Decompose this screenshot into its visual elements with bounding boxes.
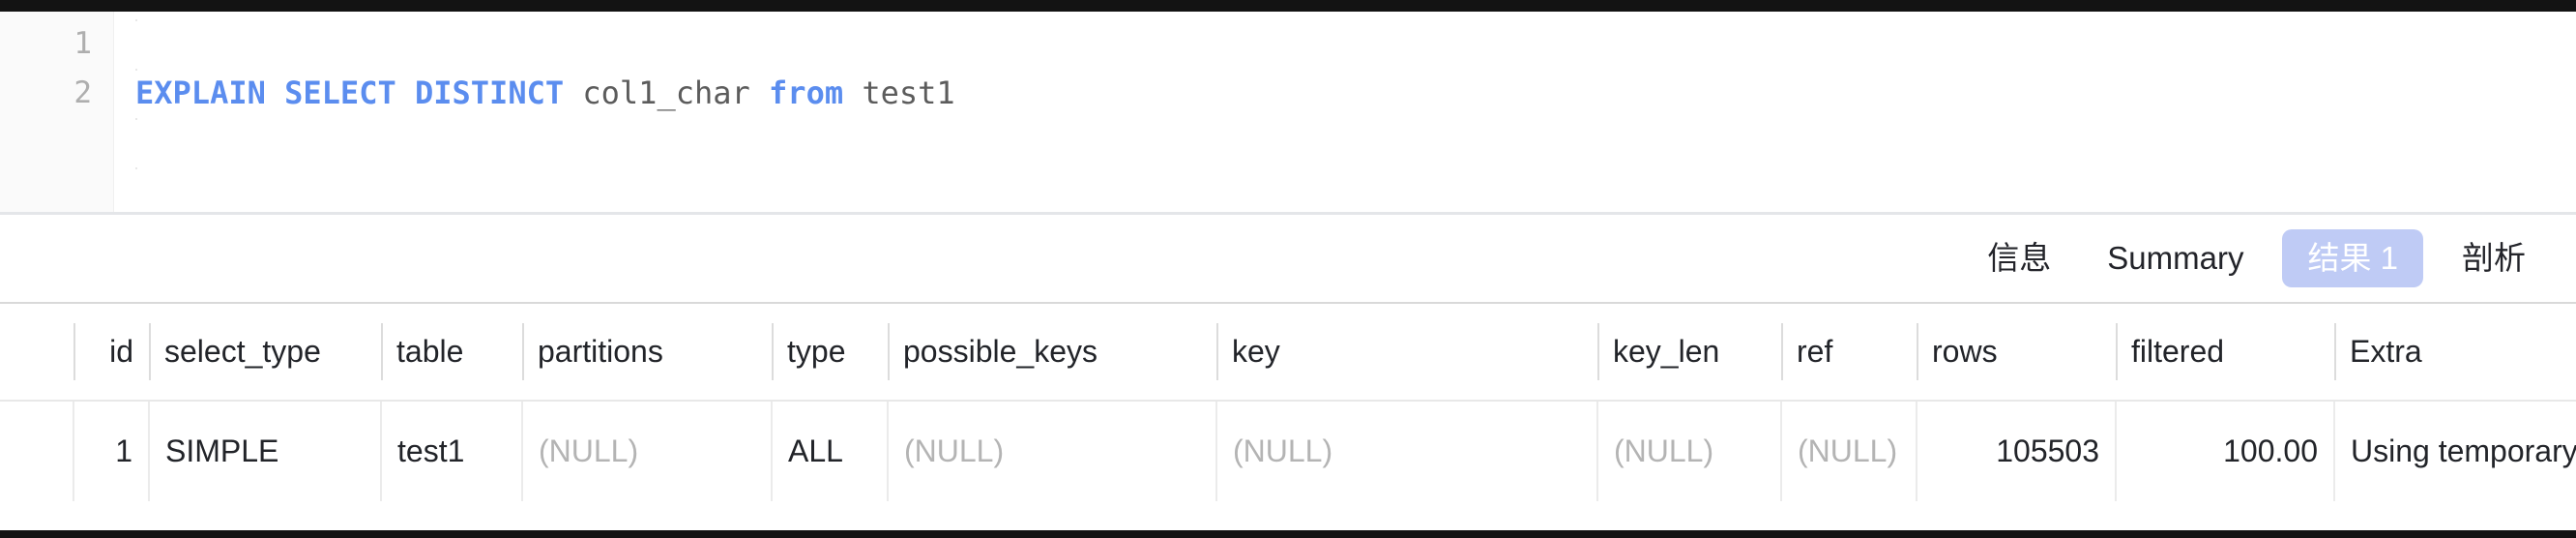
cell-type[interactable]: ALL: [772, 401, 889, 501]
editor-line-number-gutter: 1 2: [0, 12, 114, 212]
tab-summary[interactable]: Summary: [2090, 231, 2261, 285]
cell-table[interactable]: test1: [381, 401, 523, 501]
sql-identifier-column: col1_char: [582, 75, 750, 111]
column-header-gutter: [0, 304, 73, 402]
column-header-partitions[interactable]: partitions: [522, 304, 772, 402]
line-number: 1: [73, 26, 92, 61]
cell-rows[interactable]: 105503: [1917, 401, 2117, 501]
table-row[interactable]: 1 SIMPLE test1 (NULL) ALL (NULL) (NULL) …: [0, 401, 2576, 501]
table-header-row: id select_type table partitions type pos…: [0, 304, 2576, 402]
line-number: 2: [73, 75, 92, 110]
column-header-key[interactable]: key: [1216, 304, 1597, 402]
column-header-id[interactable]: id: [73, 304, 149, 402]
sql-keyword: DISTINCT: [414, 75, 565, 111]
sql-space: [750, 75, 769, 111]
column-header-table[interactable]: table: [381, 304, 522, 402]
column-header-type[interactable]: type: [772, 304, 888, 402]
column-header-rows[interactable]: rows: [1917, 304, 2116, 402]
sql-space: [266, 75, 284, 111]
sql-space: [396, 75, 415, 111]
cell-partitions[interactable]: (NULL): [522, 401, 773, 501]
window-top-edge: [0, 0, 2576, 12]
column-header-select-type[interactable]: select_type: [149, 304, 381, 402]
tab-profile[interactable]: 剖析: [2444, 231, 2543, 285]
explain-result-table: id select_type table partitions type pos…: [0, 304, 2576, 501]
sql-space: [564, 75, 582, 111]
tab-result-1[interactable]: 结果 1: [2282, 229, 2423, 287]
cell-possible-keys[interactable]: (NULL): [888, 401, 1217, 501]
tab-info[interactable]: 信息: [1970, 231, 2068, 285]
code-line-2[interactable]: EXPLAIN SELECT DISTINCT col1_char from t…: [114, 69, 2576, 118]
cell-id[interactable]: 1: [73, 401, 150, 501]
column-header-possible-keys[interactable]: possible_keys: [888, 304, 1216, 402]
cell-key[interactable]: (NULL): [1216, 401, 1598, 501]
row-gutter-cell[interactable]: [0, 401, 74, 501]
cell-extra[interactable]: Using temporary: [2334, 401, 2576, 501]
sql-keyword: from: [769, 75, 844, 111]
column-header-extra[interactable]: Extra: [2334, 304, 2576, 402]
column-header-key-len[interactable]: key_len: [1597, 304, 1781, 402]
sql-keyword: SELECT: [284, 75, 396, 111]
cell-ref[interactable]: (NULL): [1781, 401, 1917, 501]
window-bottom-edge: [0, 530, 2576, 538]
sql-editor[interactable]: 1 2 EXPLAIN SELECT DISTINCT col1_char fr…: [0, 12, 2576, 215]
sql-identifier-table: test1: [862, 75, 955, 111]
sql-keyword: EXPLAIN: [135, 75, 266, 111]
cell-key-len[interactable]: (NULL): [1597, 401, 1782, 501]
cell-filtered[interactable]: 100.00: [2116, 401, 2335, 501]
result-grid-container[interactable]: id select_type table partitions type pos…: [0, 304, 2576, 538]
sql-space: [843, 75, 862, 111]
cell-select-type[interactable]: SIMPLE: [149, 401, 382, 501]
sql-client-window: 1 2 EXPLAIN SELECT DISTINCT col1_char fr…: [0, 0, 2576, 538]
indent-guide-dots: [135, 19, 137, 212]
column-header-filtered[interactable]: filtered: [2116, 304, 2334, 402]
column-header-ref[interactable]: ref: [1781, 304, 1917, 402]
editor-code-area[interactable]: EXPLAIN SELECT DISTINCT col1_char from t…: [114, 12, 2576, 212]
result-tab-bar: 信息 Summary 结果 1 剖析: [0, 215, 2576, 304]
